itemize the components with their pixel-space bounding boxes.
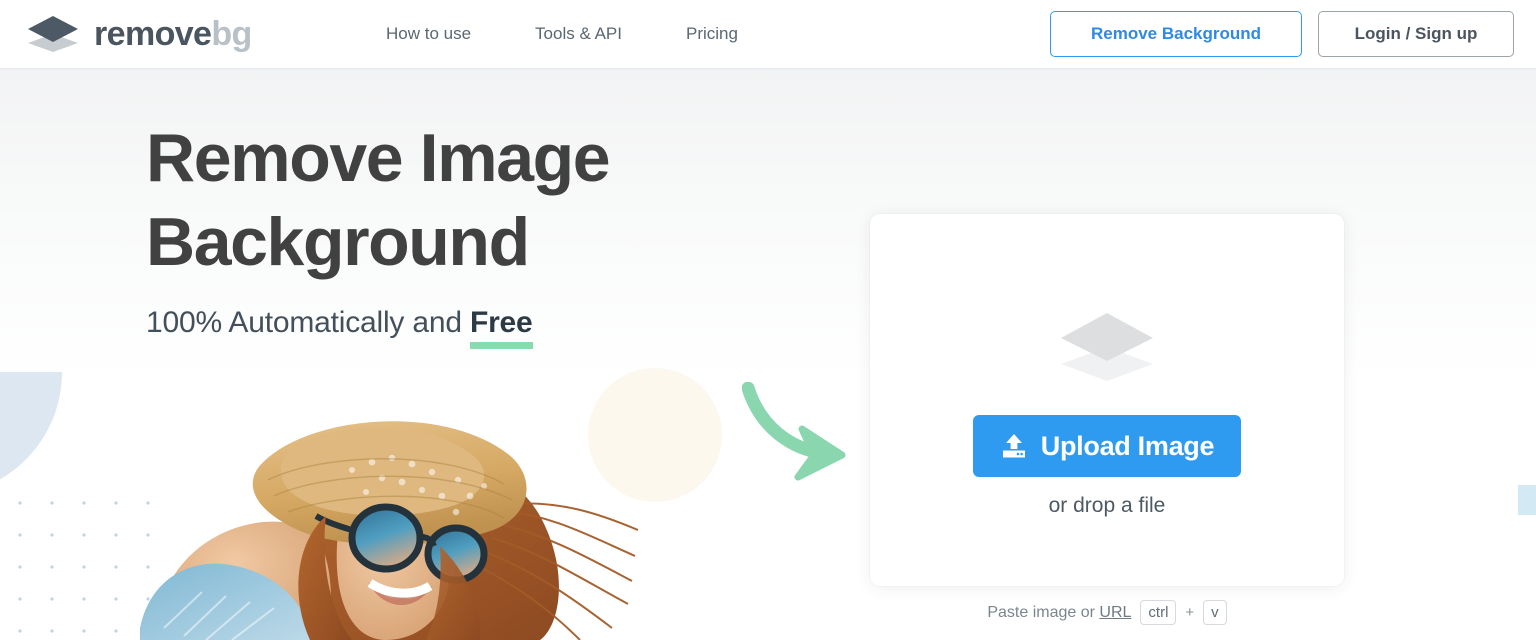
hero-subtitle-prefix: 100% Automatically and	[146, 306, 470, 339]
nav-item-how-to-use[interactable]: How to use	[386, 24, 471, 44]
upload-image-button-label: Upload Image	[1040, 430, 1215, 461]
hero-subtitle: 100% Automatically and Free	[146, 306, 609, 349]
paste-hint-text: Paste image or URL	[987, 604, 1131, 622]
kbd-ctrl: ctrl	[1140, 600, 1177, 625]
upload-tray-icon	[1002, 434, 1025, 458]
logo-text: removebg	[94, 17, 252, 51]
upload-image-button[interactable]: Upload Image	[972, 415, 1242, 477]
paste-hint-row: Paste image or URL ctrl + v	[870, 600, 1344, 625]
stacked-layers-icon	[1061, 313, 1153, 381]
logo[interactable]: removebg	[24, 12, 252, 56]
nav-item-tools-api[interactable]: Tools & API	[535, 24, 622, 44]
hero-copy: Remove Image Background 100% Automatical…	[146, 116, 611, 349]
nav-item-pricing[interactable]: Pricing	[686, 24, 738, 44]
curved-arrow-icon	[741, 381, 852, 482]
stacked-layers-icon	[28, 16, 78, 52]
upload-dropzone-card[interactable]: Upload Image or drop a file	[870, 214, 1344, 586]
hero-photo	[140, 396, 640, 640]
hero-subtitle-highlight: Free	[469, 306, 533, 349]
paste-url-link[interactable]: URL	[1099, 604, 1131, 621]
kbd-v: v	[1203, 600, 1227, 625]
paste-hint-prefix: Paste image or	[987, 603, 1100, 621]
main-nav: How to use Tools & API Pricing	[386, 0, 738, 68]
kbd-plus: +	[1185, 604, 1195, 621]
login-signup-button[interactable]: Login / Sign up	[1318, 11, 1514, 57]
page-title: Remove Image Background	[146, 120, 611, 280]
site-header: removebg How to use Tools & API Pricing …	[0, 0, 1536, 68]
logo-text-primary: remove	[94, 15, 212, 53]
drop-file-hint: or drop a file	[1048, 494, 1166, 517]
header-actions: Remove Background Login / Sign up	[1050, 0, 1514, 68]
remove-background-button[interactable]: Remove Background	[1050, 11, 1302, 57]
decorative-edge-tab	[1518, 485, 1536, 515]
logo-text-secondary: bg	[211, 15, 252, 53]
